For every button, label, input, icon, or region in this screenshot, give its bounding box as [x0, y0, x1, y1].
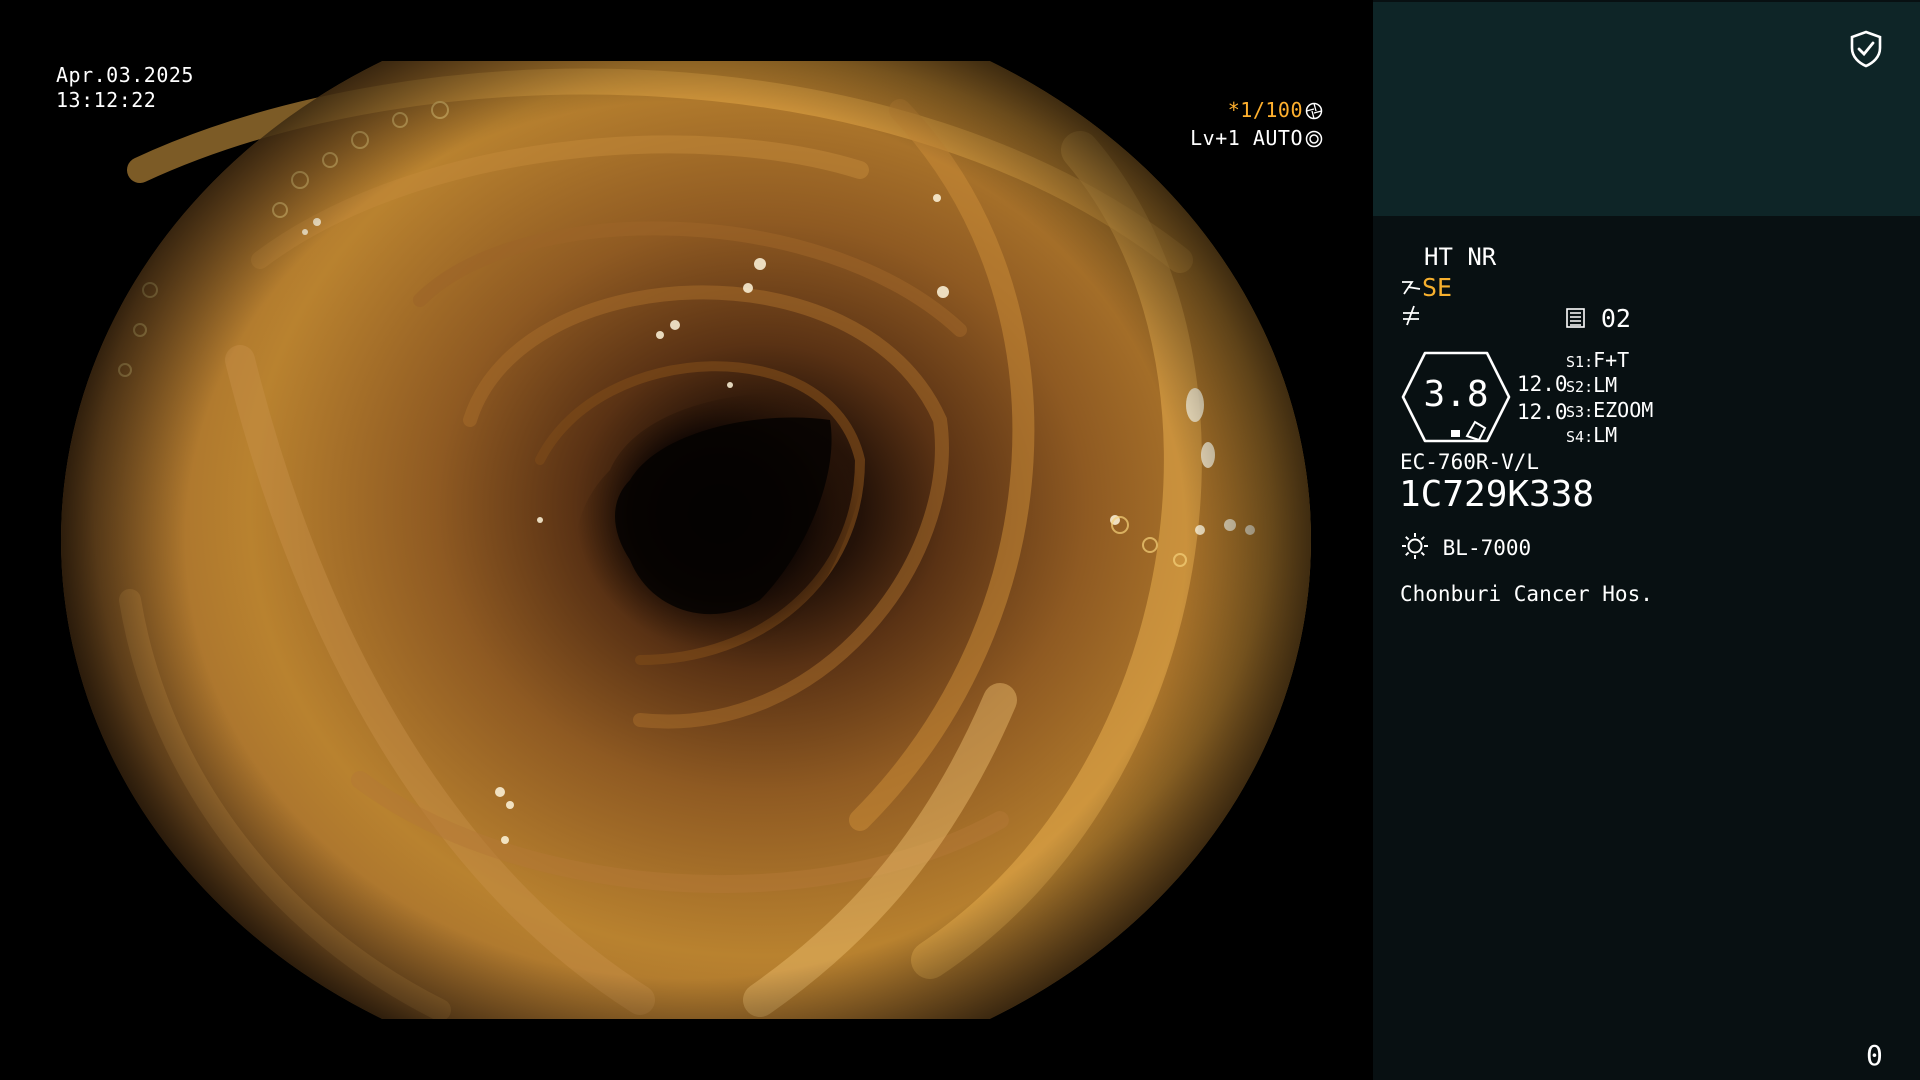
structure-enhance-label: SE [1422, 273, 1453, 302]
scope-model: EC-760R-V/L [1400, 450, 1540, 474]
image-counter: 0 [1866, 1039, 1883, 1072]
exam-time: 13:12:22 [56, 88, 157, 112]
switch-value: EZOOM [1593, 398, 1654, 422]
switch-value: F+T [1593, 348, 1630, 372]
shutter-speed-label: *1/100 [1227, 98, 1303, 122]
color-enhance-icon [1403, 305, 1419, 326]
switch-value: LM [1593, 373, 1618, 397]
memory-mode-number: 02 [1600, 304, 1631, 333]
switch-value: LM [1593, 423, 1618, 447]
shutter-speed: *1/100 [1228, 98, 1323, 123]
memory-mode-row: 02 [1565, 305, 1631, 334]
hospital-name: Chonburi Cancer Hos. [1400, 582, 1653, 606]
color-enhance-row [1400, 303, 1422, 334]
structure-enhance-row: SE [1400, 274, 1452, 303]
switch-key: S2 [1566, 378, 1585, 396]
switch-row: S4:LM [1566, 423, 1618, 447]
exam-datetime: Apr.03.2025 13:12:22 [56, 63, 194, 113]
endoscope-viewport: Apr.03.2025 13:12:22 *1/100 Lv+1 AUTO [0, 0, 1373, 1080]
iris-value-2: 12.0 [1517, 400, 1568, 424]
panel-header [1373, 2, 1920, 216]
structure-enhance-icon [1402, 281, 1421, 295]
switch-key: S3 [1566, 403, 1585, 421]
info-panel: HT NR SE 02 3.8 12.0 12.0 S1:F+T S2:LM S… [1373, 0, 1920, 1080]
switch-row: S3:EZOOM [1566, 398, 1654, 422]
light-source-icon [1402, 533, 1428, 559]
iris-value-1: 12.0 [1517, 372, 1568, 396]
shutter-icon [1305, 102, 1323, 120]
endoscopic-colon-image [61, 61, 1311, 1019]
light-source-model: BL-7000 [1442, 536, 1532, 560]
switch-row: S2:LM [1566, 373, 1618, 397]
switch-key: S4 [1566, 428, 1585, 446]
memory-icon [1566, 308, 1585, 328]
auto-iris-icon [1305, 130, 1323, 148]
scope-serial-number: 1C729K338 [1399, 474, 1595, 515]
exam-date: Apr.03.2025 [56, 63, 194, 87]
ht-nr-status: HT NR [1424, 243, 1497, 271]
brightness-level-label: Lv+1 AUTO [1190, 126, 1303, 150]
light-source-row: BL-7000 [1400, 531, 1531, 562]
shield-check-icon[interactable] [1849, 30, 1883, 68]
zoom-gauge-value: 3.8 [1423, 374, 1489, 415]
switch-key: S1 [1566, 353, 1585, 371]
brightness-level: Lv+1 AUTO [1190, 126, 1323, 151]
switch-row: S1:F+T [1566, 348, 1630, 372]
